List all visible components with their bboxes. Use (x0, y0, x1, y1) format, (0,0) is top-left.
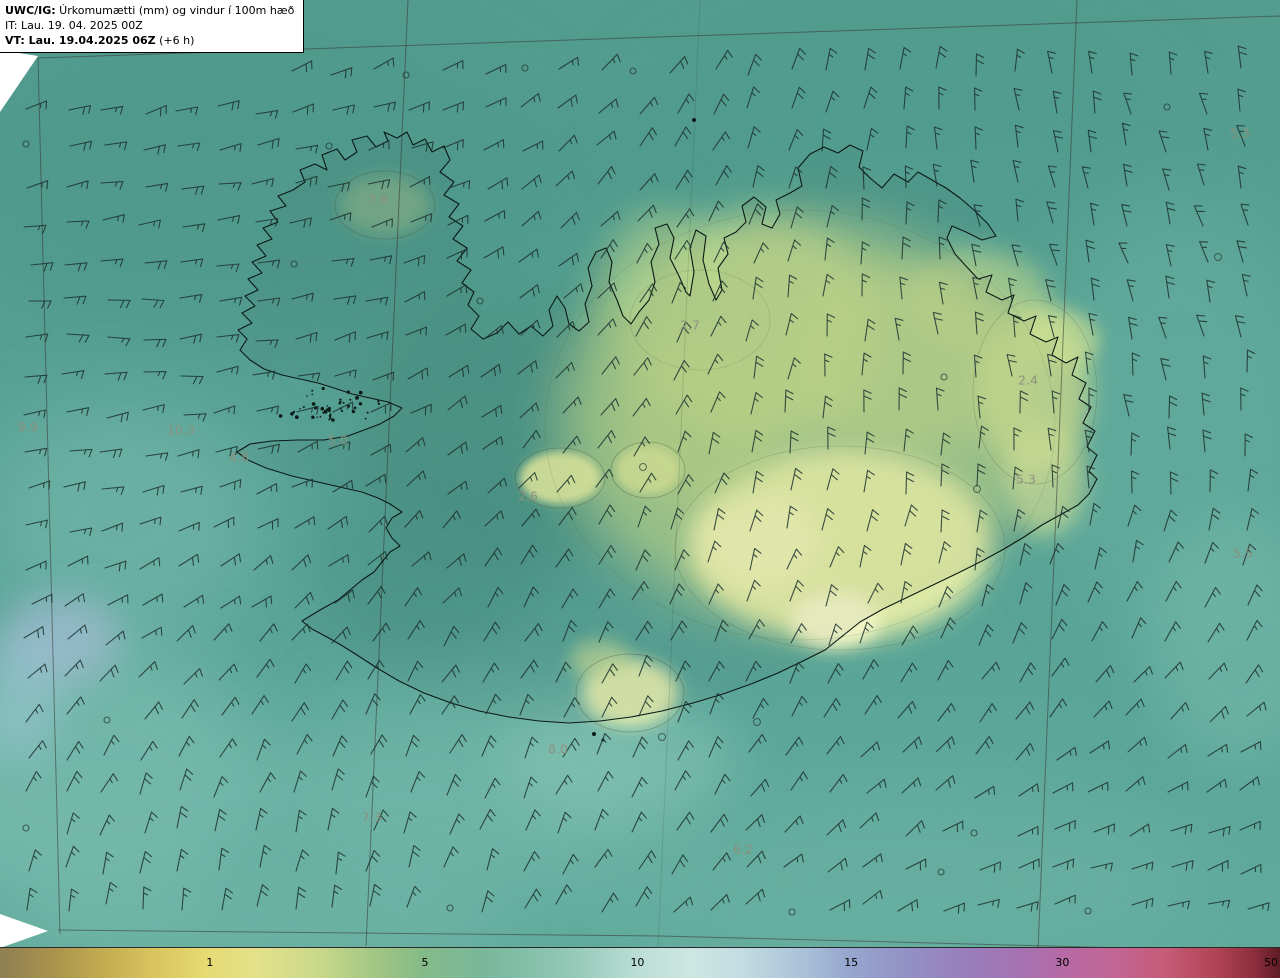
title-line-init-time: IT: Lau. 19. 04. 2025 00Z (5, 19, 143, 32)
contour-label: 4.8 (229, 450, 249, 465)
valid-time-offset: (+6 h) (155, 34, 195, 47)
contour-label: 5.5 (1233, 546, 1253, 561)
colorbar-tick-10: 10 (630, 956, 645, 969)
contour-label: 2.6 (518, 489, 538, 504)
contour-label: 5.3 (1016, 472, 1036, 487)
weather-map-viewport: 3.8 5.3 2.7 2.4 9.9 10.3 5.0 4.8 5.3 2.6 5.5 8.0 7.3… (0, 0, 1280, 978)
contour-label: 10.3 (167, 423, 195, 438)
title-line-product: UWC/IG: Úrkomumætti (mm) og vindur í 100… (5, 3, 294, 18)
colorbar-tick-50: 50 (1264, 956, 1279, 969)
contour-label: 2.4 (1018, 373, 1038, 388)
contour-label: 6.2 (733, 842, 753, 857)
contour-label: 8.0 (548, 742, 568, 757)
contour-label: 9.9 (18, 420, 38, 435)
colorbar-tick-15: 15 (844, 956, 859, 969)
precipitation-colorbar: 1 5 10 15 30 50 (0, 947, 1280, 978)
model-name: UWC/IG: (5, 4, 56, 17)
valid-time: VT: Lau. 19.04.2025 06Z (5, 34, 156, 47)
contour-label: 5.0 (328, 433, 348, 448)
weather-map-canvas: 3.8 5.3 2.7 2.4 9.9 10.3 5.0 4.8 5.3 2.6 5.5 8.0 7.3… (0, 0, 1280, 978)
contour-label: 2.7 (680, 318, 700, 333)
colorbar-tick-5: 5 (421, 956, 429, 969)
contour-label: 5.3 (1230, 126, 1250, 141)
product-name: Úrkomumætti (mm) og vindur í 100m hæð (55, 4, 295, 17)
colorbar-tick-30: 30 (1055, 956, 1070, 969)
colorbar-tick-1: 1 (206, 956, 214, 969)
contour-label: 7.3 (362, 810, 382, 825)
title-line-valid-time: VT: Lau. 19.04.2025 06Z (+6 h) (5, 33, 294, 48)
contour-label: 3.8 (368, 192, 388, 207)
map-title-box: UWC/IG: Úrkomumætti (mm) og vindur í 100… (0, 0, 305, 53)
